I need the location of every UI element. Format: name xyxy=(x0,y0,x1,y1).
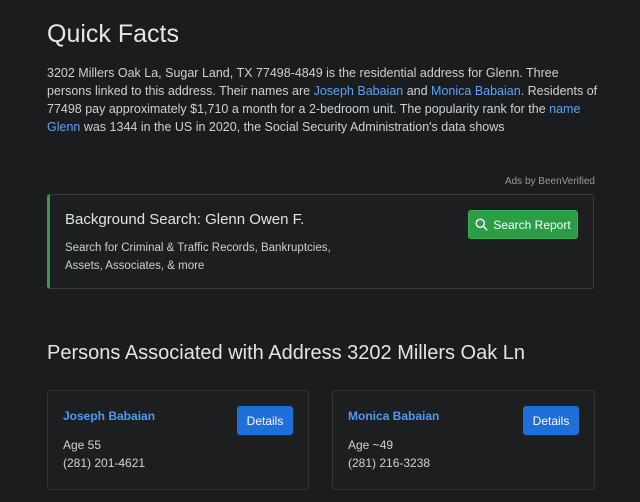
person-name-link[interactable]: Joseph Babaian xyxy=(63,409,155,423)
link-joseph-babaian[interactable]: Joseph Babaian xyxy=(314,84,404,98)
person-age: Age 55 xyxy=(63,438,102,452)
person-name-link[interactable]: Monica Babaian xyxy=(348,409,439,423)
quick-facts-title: Quick Facts xyxy=(47,20,179,48)
search-icon xyxy=(475,218,488,231)
background-search-description: Search for Criminal & Traffic Records, B… xyxy=(65,242,331,272)
person-card: Monica Babaian Age ~49 (281) 216-3238 De… xyxy=(332,390,595,490)
quick-facts-text-2: and xyxy=(403,84,432,98)
persons-section-title: Persons Associated with Address 3202 Mil… xyxy=(47,342,526,364)
person-phone: (281) 216-3238 xyxy=(348,456,431,470)
details-button[interactable]: Details xyxy=(523,406,579,435)
person-card: Joseph Babaian Age 55 (281) 201-4621 Det… xyxy=(47,390,309,490)
person-phone: (281) 201-4621 xyxy=(63,456,146,470)
details-button[interactable]: Details xyxy=(237,406,293,435)
page: Quick Facts 3202 Millers Oak La, Sugar L… xyxy=(0,0,640,502)
background-search-title: Background Search: Glenn Owen F. xyxy=(65,211,305,228)
search-report-label: Search Report xyxy=(493,217,571,232)
link-monica-babaian[interactable]: Monica Babaian xyxy=(431,84,521,98)
search-report-button[interactable]: Search Report xyxy=(468,210,578,239)
background-search-card: Background Search: Glenn Owen F. Search … xyxy=(47,194,594,289)
person-age: Age ~49 xyxy=(348,438,394,452)
quick-facts-text-4: was 1344 in the US in 2020, the Social S… xyxy=(80,120,505,134)
ads-by-note: Ads by BeenVerified xyxy=(504,176,595,187)
quick-facts-paragraph: 3202 Millers Oak La, Sugar Land, TX 7749… xyxy=(47,64,602,136)
